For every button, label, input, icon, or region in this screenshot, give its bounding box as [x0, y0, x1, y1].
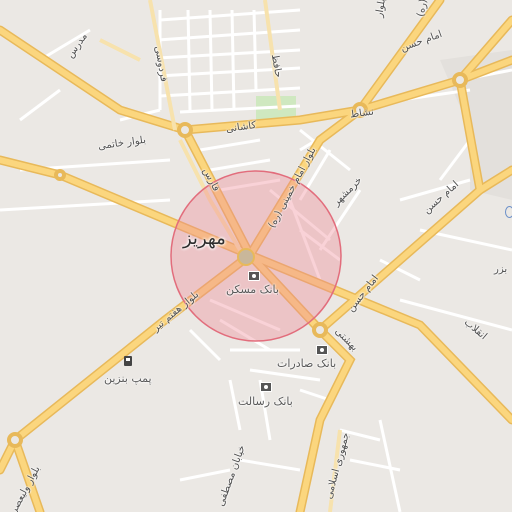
roundabout [452, 72, 468, 88]
poi-label-bank-resalat[interactable]: بانک رسالت [238, 396, 293, 408]
location-highlight-circle [170, 170, 342, 342]
city-label: مهریز [183, 228, 226, 249]
map-canvas[interactable]: مهریز مدرس فردوسی حافظ بلوار خاتمی کاشان… [0, 0, 512, 512]
center-marker[interactable] [237, 248, 255, 266]
poi-label-bank-maskan[interactable]: بانک مسکن [226, 284, 279, 296]
road-label-edge-right: بزر [494, 264, 508, 275]
bank-icon[interactable] [316, 345, 328, 355]
roundabout [312, 322, 328, 338]
map-layer [0, 0, 512, 512]
roundabout [177, 122, 193, 138]
fuel-pump-icon[interactable] [124, 356, 132, 366]
roundabout [7, 432, 23, 448]
roundabout [54, 169, 66, 181]
edge-marker-icon [505, 206, 512, 218]
poi-label-bank-saderat[interactable]: بانک صادرات [277, 358, 336, 370]
bank-icon[interactable] [260, 382, 272, 392]
bank-icon[interactable] [248, 271, 260, 281]
poi-label-fuel-pump[interactable]: پمپ بنزین [104, 373, 152, 385]
